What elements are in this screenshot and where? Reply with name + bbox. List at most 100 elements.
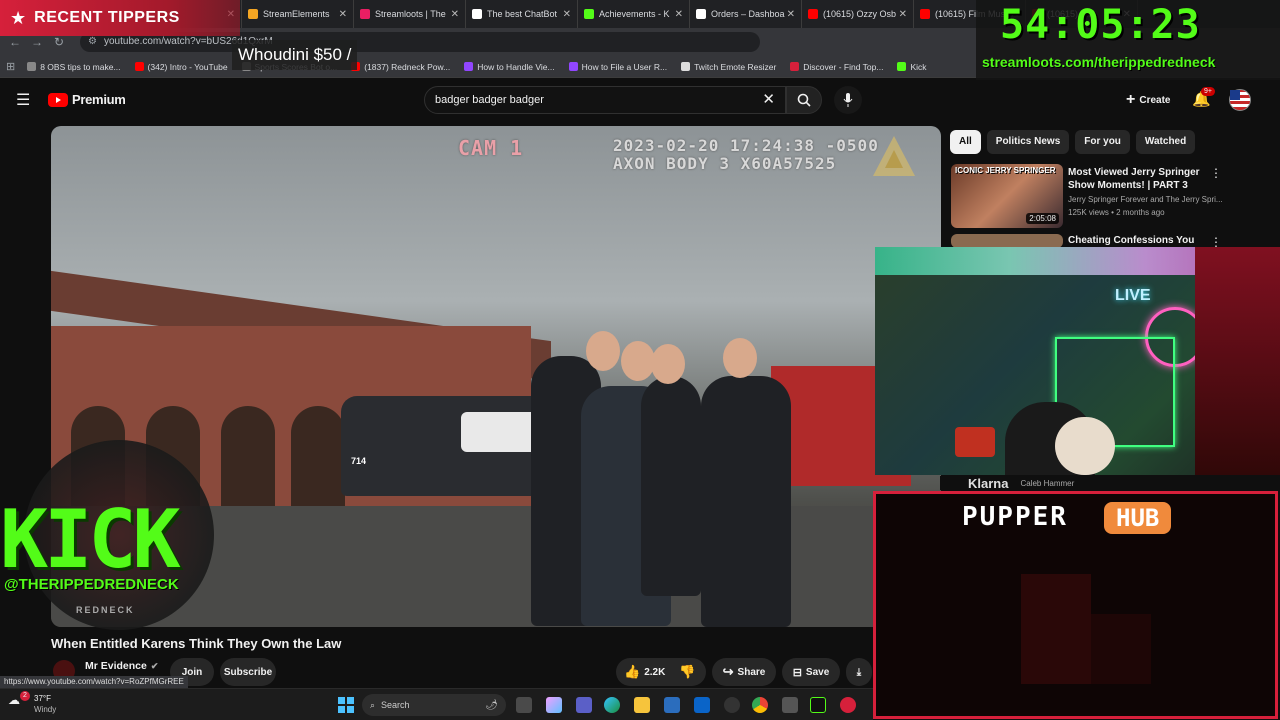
partial-recommendation[interactable]: Klarna Caleb Hammer: [940, 476, 1150, 491]
recommendation-thumbnail[interactable]: ICONIC JERRY SPRINGER 2:05:08: [951, 164, 1063, 228]
tab-label: Streamloots | The: [375, 9, 446, 19]
close-tab-icon[interactable]: ✕: [563, 9, 571, 20]
bookmark-item[interactable]: Twitch Emote Resizer: [681, 62, 776, 72]
bookmark-item[interactable]: 8 OBS tips to make...: [27, 61, 121, 72]
edge-icon[interactable]: [604, 697, 620, 713]
filter-chip[interactable]: Politics News: [986, 130, 1070, 154]
bookmark-label: (342) Intro - YouTube: [147, 61, 228, 72]
drink-can: [955, 427, 995, 457]
create-button[interactable]: + Create: [1126, 91, 1170, 109]
close-tab-icon[interactable]: ✕: [787, 9, 795, 20]
taskbar-search[interactable]: ⌕ Search 🌶: [362, 694, 506, 716]
officer-head: [586, 331, 620, 371]
notifications-button[interactable]: 🔔 9+: [1192, 87, 1215, 109]
terminal-icon[interactable]: [810, 697, 826, 713]
outlook-icon[interactable]: [694, 697, 710, 713]
windows-start-icon[interactable]: [338, 697, 354, 713]
close-tab-icon[interactable]: ✕: [675, 9, 683, 20]
save-button[interactable]: ⊟ Save: [782, 658, 840, 686]
recommendation-title[interactable]: Most Viewed Jerry Springer Show Moments!…: [1068, 166, 1208, 192]
search-input[interactable]: badger badger badger ✕: [424, 86, 786, 114]
chrome-icon[interactable]: [752, 697, 768, 713]
share-button[interactable]: ↪ Share: [712, 658, 776, 686]
bookmark-item[interactable]: (1837) Redneck Pow...: [351, 62, 450, 72]
officer-figure: [641, 376, 701, 596]
live-sign-text: LIVE: [1115, 287, 1151, 304]
thumbs-down-icon[interactable]: 👎: [679, 664, 695, 680]
premium-logo-text: Premium: [72, 92, 126, 107]
red-curtain: [1195, 247, 1280, 475]
youtube-play-icon: [48, 92, 68, 107]
search-icon: [797, 93, 811, 107]
kick-label: KICK: [0, 493, 181, 586]
bookmark-item[interactable]: Discover - Find Top...: [790, 62, 883, 72]
close-tab-icon[interactable]: ✕: [899, 9, 907, 20]
browser-tab[interactable]: Orders – Dashboa ✕: [690, 0, 802, 28]
reload-icon[interactable]: ↻: [48, 35, 70, 49]
recommendation-title[interactable]: Cheating Confessions You: [1068, 235, 1194, 246]
like-button[interactable]: 👍 2.2K 👎: [616, 658, 706, 686]
bookmark-favicon-icon: [568, 62, 578, 71]
bookmark-item[interactable]: Kick: [897, 61, 927, 72]
recommendation-thumbnail[interactable]: [951, 234, 1063, 248]
browser-tab[interactable]: Achievements - K ✕: [578, 0, 690, 28]
bookmark-label: (1837) Redneck Pow...: [364, 61, 451, 72]
menu-icon[interactable]: ☰: [16, 90, 30, 110]
subscribe-button[interactable]: Subscribe: [220, 658, 276, 686]
browser-tab[interactable]: Streamloots | The ✕: [354, 0, 466, 28]
apps-grid-icon[interactable]: ⊞: [6, 60, 15, 73]
download-button[interactable]: ⤓: [846, 658, 872, 686]
streamer-bot-icon[interactable]: [840, 697, 856, 713]
search-button[interactable]: [786, 86, 822, 114]
obs-icon[interactable]: [724, 697, 740, 713]
youtube-logo[interactable]: Premium: [48, 92, 126, 107]
file-explorer-icon[interactable]: [634, 697, 650, 713]
timer-url: streamloots.com/therippedredneck: [982, 54, 1216, 70]
close-tab-icon[interactable]: ✕: [451, 9, 459, 20]
recent-tippers-label: RECENT TIPPERS: [34, 9, 180, 26]
webcam-feed: LIVE: [875, 247, 1280, 475]
task-view-icon[interactable]: [516, 697, 532, 713]
browser-tab[interactable]: (10615) Ozzy Osb ✕: [802, 0, 914, 28]
store-icon[interactable]: [664, 697, 680, 713]
microphone-icon: [843, 93, 853, 107]
browser-tab[interactable]: The best ChatBot ✕: [466, 0, 578, 28]
taskbar-search-label: Search: [381, 700, 410, 710]
status-url: https://www.youtube.com/watch?v=RoZPfMGr…: [0, 676, 188, 688]
filter-chip[interactable]: Watched: [1135, 130, 1196, 154]
bookmark-favicon-icon: [897, 62, 907, 71]
bookmark-label: How to File a User R...: [581, 61, 668, 72]
tab-label: The best ChatBot: [487, 9, 558, 19]
browser-tab[interactable]: StreamElements ✕: [242, 0, 354, 28]
video-title: When Entitled Karens Think They Own the …: [51, 636, 342, 651]
filter-chip[interactable]: For you: [1075, 130, 1130, 154]
officer-head: [723, 338, 757, 378]
forward-icon[interactable]: →: [26, 35, 48, 49]
bookmark-item[interactable]: How to File a User R...: [568, 61, 668, 72]
vehicle-number: 714: [351, 456, 367, 466]
bookmark-favicon-icon: [464, 62, 474, 71]
copilot-icon[interactable]: [546, 697, 562, 713]
avatar[interactable]: [1229, 89, 1251, 111]
bookmark-label: Kick: [910, 61, 927, 72]
teams-icon[interactable]: [576, 697, 592, 713]
clear-search-icon[interactable]: ✕: [762, 87, 775, 113]
weather-condition: Windy: [34, 705, 57, 714]
bookmark-item[interactable]: (342) Intro - YouTube: [134, 61, 228, 72]
back-icon[interactable]: ←: [4, 35, 26, 49]
bookmark-label: 8 OBS tips to make...: [40, 61, 121, 72]
weather-text: 37°F Windy: [34, 693, 56, 715]
close-tab-icon[interactable]: ✕: [339, 9, 347, 20]
filter-chip[interactable]: All: [950, 130, 981, 154]
tab-favicon-icon: [808, 9, 818, 19]
voice-search-button[interactable]: [834, 86, 862, 114]
weather-widget[interactable]: 2 ☁: [8, 691, 30, 707]
bookmark-item[interactable]: How to Handle Vie...: [464, 62, 555, 72]
bookmark-label: Twitch Emote Resizer: [694, 61, 777, 72]
more-options-icon[interactable]: ⋮: [1210, 166, 1222, 180]
recommendation-channel[interactable]: Jerry Springer Forever and The Jerry Spr…: [1068, 195, 1223, 204]
channel-name[interactable]: Mr Evidence ✔: [85, 660, 158, 672]
app-icon[interactable]: [782, 697, 798, 713]
video-duration: 2:05:08: [1026, 213, 1059, 224]
tab-favicon-icon: [360, 9, 370, 19]
